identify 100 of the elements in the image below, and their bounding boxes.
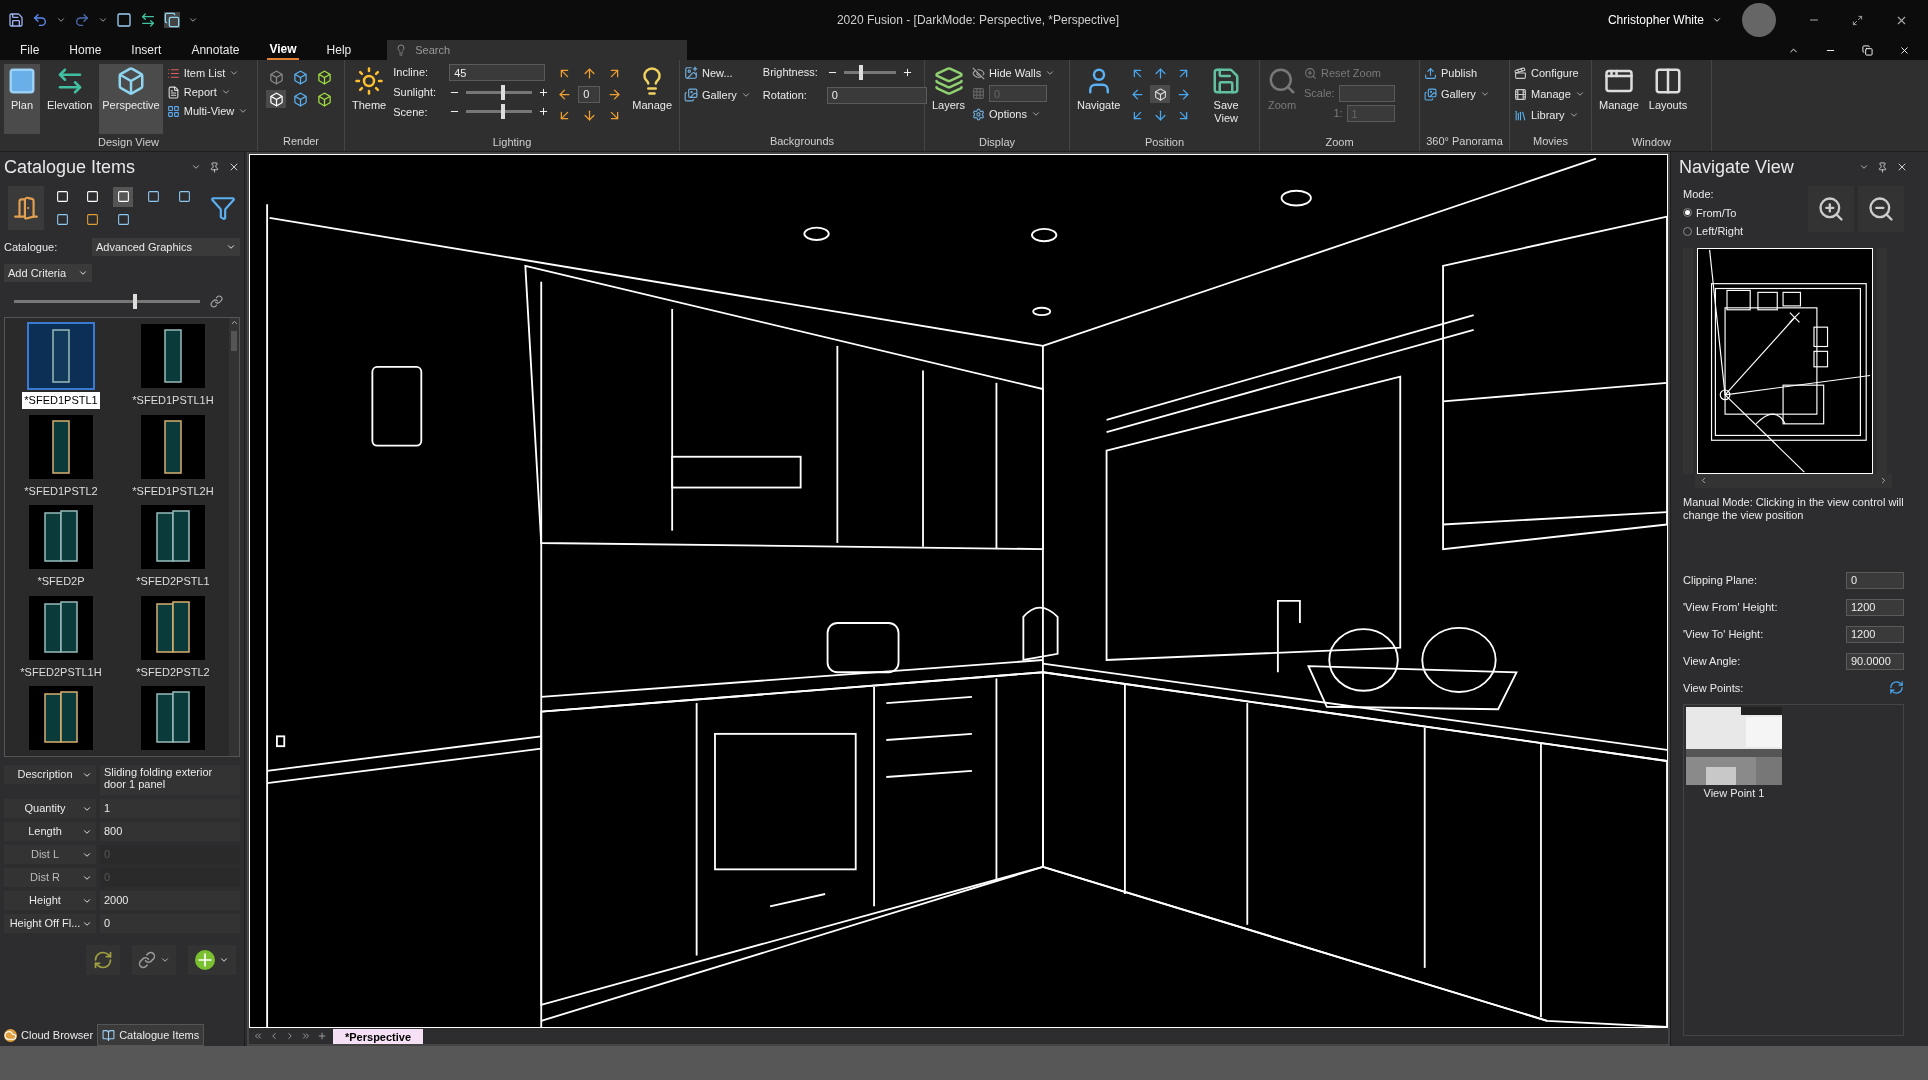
filter-icon[interactable]: [210, 195, 236, 221]
arrows-icon[interactable]: [140, 12, 156, 28]
scroll-right-icon[interactable]: [1879, 476, 1888, 485]
property-field[interactable]: 1: [100, 799, 240, 818]
options-button[interactable]: Options: [972, 105, 1056, 123]
property-dropdown[interactable]: Height: [4, 891, 96, 910]
input-field[interactable]: 0: [826, 86, 927, 104]
theme-button[interactable]: Theme: [349, 64, 390, 134]
save-view-button[interactable]: Save View: [1197, 64, 1255, 134]
view-button[interactable]: Elevation: [44, 64, 96, 134]
add-icon[interactable]: [317, 1031, 327, 1041]
cabinet-button[interactable]: [8, 186, 44, 230]
property-dropdown[interactable]: Length: [4, 822, 96, 841]
user-name[interactable]: Christopher White: [1607, 11, 1704, 29]
slider-thumb[interactable]: [859, 64, 864, 80]
catalogue-item[interactable]: *SFED1PSTL2: [5, 412, 117, 499]
catalogue-item[interactable]: *SFED2PSTL1H: [5, 593, 117, 680]
property-dropdown[interactable]: Height Off Fl...: [4, 914, 96, 933]
menu-button[interactable]: Multi-View: [166, 102, 249, 120]
gallery-button[interactable]: Gallery: [1424, 85, 1490, 103]
gallery-button[interactable]: Gallery: [684, 86, 751, 104]
scrollbar-thumb[interactable]: [231, 331, 237, 351]
pin-icon[interactable]: [209, 161, 220, 173]
new-button[interactable]: New...: [684, 64, 751, 82]
layouts-button[interactable]: Layouts: [1645, 64, 1691, 134]
view-button[interactable]: Plan: [4, 64, 40, 134]
library-button[interactable]: Library: [1514, 106, 1585, 124]
mode-radio[interactable]: From/To: [1683, 204, 1808, 221]
slider[interactable]: [464, 104, 535, 120]
slider[interactable]: [841, 64, 898, 80]
search-field[interactable]: Search: [387, 40, 688, 60]
catalogue-dropdown[interactable]: Advanced Graphics: [92, 238, 240, 256]
slider[interactable]: [12, 294, 202, 309]
property-field[interactable]: 0: [100, 914, 240, 933]
hide-walls-button[interactable]: Hide Walls: [972, 64, 1056, 82]
input-field[interactable]: 0: [1846, 571, 1904, 589]
navigate-button[interactable]: Navigate: [1074, 64, 1124, 134]
first-page-icon[interactable]: [253, 1031, 263, 1041]
input-field[interactable]: 0: [578, 85, 601, 103]
description-field[interactable]: Sliding folding exterior door 1 panel: [100, 765, 240, 795]
layers-button[interactable]: Layers: [929, 64, 969, 134]
panel-tab[interactable]: Catalogue Items: [97, 1024, 205, 1046]
input-field[interactable]: 90.0000: [1846, 652, 1904, 670]
square-icon[interactable]: [116, 12, 132, 28]
zoom-in-button[interactable]: [1808, 186, 1854, 232]
last-page-icon[interactable]: [301, 1031, 311, 1041]
catalogue-item[interactable]: *SFED1PSTL1H: [117, 322, 229, 409]
manage-button[interactable]: Manage: [1596, 64, 1642, 134]
scrollbar[interactable]: [229, 318, 239, 756]
property-field[interactable]: 800: [100, 822, 240, 841]
search-input[interactable]: Search: [415, 41, 680, 59]
undo-icon[interactable]: [32, 12, 48, 28]
restore-icon[interactable]: [1862, 44, 1873, 56]
property-dropdown[interactable]: Description: [4, 765, 96, 784]
save-icon[interactable]: [8, 12, 24, 28]
redo-icon[interactable]: [74, 12, 90, 28]
manage-button[interactable]: Manage: [629, 64, 675, 134]
refresh-icon[interactable]: [1889, 680, 1904, 696]
ribbon-tab[interactable]: Annotate: [189, 40, 242, 60]
menu-button[interactable]: Report: [166, 83, 249, 101]
next-icon[interactable]: [285, 1031, 295, 1041]
avatar[interactable]: [1742, 3, 1776, 37]
property-field[interactable]: 2000: [100, 891, 240, 910]
ribbon-tab[interactable]: Home: [67, 40, 104, 60]
catalogue-item[interactable]: *SFED2P: [5, 503, 117, 590]
render-mode-button[interactable]: [266, 90, 286, 108]
close-icon[interactable]: [1896, 161, 1908, 173]
mode-radio[interactable]: Left/Right: [1683, 223, 1808, 240]
view-button[interactable]: Perspective: [99, 64, 163, 134]
close-icon[interactable]: [228, 161, 240, 173]
slider-thumb[interactable]: [500, 104, 505, 120]
catalogue-item[interactable]: *SFED2PSTL2: [117, 593, 229, 680]
pin-icon[interactable]: [1877, 161, 1888, 173]
slider-thumb[interactable]: [500, 84, 505, 100]
scroll-up-icon[interactable]: [229, 318, 239, 327]
floor-plan-drawing[interactable]: [1697, 247, 1873, 474]
view-point[interactable]: View Point 1: [1686, 707, 1782, 802]
ribbon-tab[interactable]: File: [18, 40, 42, 60]
catalogue-item[interactable]: *SFED1PSTL2H: [117, 412, 229, 499]
document-tab[interactable]: *Perspective: [333, 1028, 424, 1044]
slider-thumb[interactable]: [133, 294, 138, 309]
center-view-button[interactable]: [1150, 85, 1171, 103]
input-field[interactable]: 1200: [1846, 598, 1904, 616]
publish-button[interactable]: Publish: [1424, 64, 1490, 82]
add-button[interactable]: [188, 945, 236, 975]
menu-button[interactable]: Item List: [166, 64, 249, 82]
input-field[interactable]: 1200: [1846, 625, 1904, 643]
ribbon-tab[interactable]: Insert: [129, 40, 164, 60]
configure-button[interactable]: Configure: [1514, 64, 1585, 82]
zoom-out-button[interactable]: [1858, 186, 1904, 232]
input-field[interactable]: [1338, 85, 1395, 102]
input-field[interactable]: 45: [449, 64, 546, 81]
restore-icon[interactable]: [1852, 14, 1863, 26]
refresh-button[interactable]: [86, 945, 120, 975]
ribbon-tab[interactable]: Help: [324, 40, 354, 60]
slider[interactable]: [464, 84, 535, 100]
previous-icon[interactable]: [269, 1031, 279, 1041]
close-icon[interactable]: [1899, 44, 1910, 56]
panel-tab[interactable]: Cloud Browser: [0, 1024, 98, 1046]
link-icon[interactable]: [210, 295, 223, 308]
